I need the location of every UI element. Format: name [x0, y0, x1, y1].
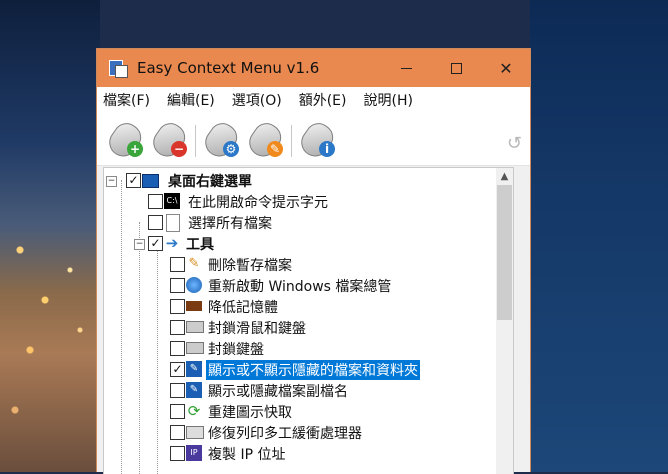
- tree-item-label: 複製 IP 位址: [208, 447, 286, 463]
- tree-item[interactable]: ⟳ 重建圖示快取: [104, 401, 510, 422]
- clean-badge: ✎: [267, 141, 283, 157]
- settings-badge: ⚙: [223, 141, 239, 157]
- maximize-icon: [450, 62, 462, 74]
- settings-button[interactable]: ⚙: [199, 118, 243, 162]
- tree-item[interactable]: 選擇所有檔案: [104, 212, 510, 233]
- app-icon: [107, 57, 129, 79]
- edit-icon: ✎: [186, 361, 202, 377]
- checkbox[interactable]: [170, 341, 185, 356]
- keyboard-block-icon: [186, 342, 204, 354]
- checkbox[interactable]: ✓: [126, 173, 141, 188]
- add-badge: +: [127, 141, 143, 157]
- arrow-icon: ➔: [165, 234, 179, 252]
- checkbox[interactable]: [170, 383, 185, 398]
- minimize-icon: [400, 67, 412, 69]
- tree-item[interactable]: ✎ 刪除暫存檔案: [104, 254, 510, 275]
- toolbar: + − ⚙ ✎ i ↺: [97, 113, 530, 166]
- tree-item-label: 選擇所有檔案: [188, 216, 272, 232]
- context-menu-tree: − ✓ 桌面右鍵選單 C:\ 在此開啟命令提示字元 選擇所有檔案 − ✓ ➔ 工…: [103, 167, 514, 474]
- tree-root-label: 桌面右鍵選單: [168, 174, 252, 190]
- tree-item-label: 顯示或不顯示隱藏的檔案和資料夾: [206, 360, 420, 380]
- edit-icon: ✎: [186, 382, 202, 398]
- tree-item-label: 刪除暫存檔案: [208, 258, 292, 274]
- menu-options[interactable]: 選項(O): [232, 90, 282, 110]
- remove-button[interactable]: −: [147, 118, 191, 162]
- tree-item[interactable]: 修復列印多工緩衝處理器: [104, 422, 510, 443]
- file-icon: [166, 214, 180, 232]
- tree-item-label: 修復列印多工緩衝處理器: [208, 426, 362, 442]
- checkbox[interactable]: [148, 215, 163, 230]
- broom-icon: ✎: [188, 256, 200, 271]
- checkbox[interactable]: [170, 425, 185, 440]
- checkbox[interactable]: [170, 404, 185, 419]
- tree-item[interactable]: IP 複製 IP 位址: [104, 443, 510, 464]
- info-button[interactable]: i: [295, 118, 339, 162]
- tree-item[interactable]: 降低記憶體: [104, 296, 510, 317]
- desktop-wallpaper-left: [0, 0, 100, 472]
- window-title: Easy Context Menu v1.6: [137, 59, 320, 77]
- tree-item[interactable]: 重新啟動 Windows 檔案總管: [104, 275, 510, 296]
- desktop-wallpaper-right: [530, 0, 668, 472]
- toolbar-separator: [195, 125, 196, 157]
- info-badge: i: [319, 141, 335, 157]
- add-button[interactable]: +: [103, 118, 147, 162]
- desktop-icon: [142, 174, 159, 188]
- tree-item-label: 重新啟動 Windows 檔案總管: [208, 279, 392, 295]
- undo-icon[interactable]: ↺: [507, 133, 522, 154]
- menu-edit[interactable]: 編輯(E): [167, 90, 215, 110]
- vertical-scrollbar[interactable]: ▲: [496, 168, 513, 474]
- collapse-icon[interactable]: −: [134, 239, 145, 250]
- scroll-thumb[interactable]: [497, 185, 512, 320]
- tree-item-label: 顯示或隱藏檔案副檔名: [208, 384, 348, 400]
- cmd-icon: C:\: [164, 193, 180, 209]
- checkbox[interactable]: [148, 194, 163, 209]
- scroll-up-icon[interactable]: ▲: [496, 168, 513, 185]
- tree-item[interactable]: ✎ 顯示或隱藏檔案副檔名: [104, 380, 510, 401]
- collapse-icon[interactable]: −: [106, 176, 117, 187]
- tree-item-label: 降低記憶體: [208, 300, 278, 316]
- printer-icon: [186, 426, 204, 439]
- checkbox[interactable]: [170, 299, 185, 314]
- explorer-icon: [186, 277, 202, 293]
- toolbar-separator: [291, 125, 292, 157]
- tree-item-label: 重建圖示快取: [208, 405, 292, 421]
- menu-extras[interactable]: 額外(E): [299, 90, 347, 110]
- close-icon: ✕: [499, 58, 513, 78]
- checkbox[interactable]: [170, 257, 185, 272]
- tree-item-label: 在此開啟命令提示字元: [188, 195, 328, 211]
- checkbox[interactable]: ✓: [170, 362, 185, 377]
- checkbox[interactable]: [170, 278, 185, 293]
- close-button[interactable]: ✕: [481, 49, 531, 87]
- minimize-button[interactable]: [381, 49, 431, 87]
- memory-icon: [186, 301, 202, 311]
- tree-item[interactable]: 封鎖鍵盤: [104, 338, 510, 359]
- title-bar[interactable]: Easy Context Menu v1.6 ✕: [97, 49, 530, 87]
- refresh-icon: ⟳: [187, 402, 201, 420]
- app-window: Easy Context Menu v1.6 ✕ 檔案(F) 編輯(E) 選項(…: [96, 48, 531, 474]
- tree-item-label: 封鎖鍵盤: [208, 342, 264, 358]
- checkbox[interactable]: [170, 446, 185, 461]
- ip-icon: IP: [186, 445, 202, 461]
- checkbox[interactable]: [170, 320, 185, 335]
- tree-group-label: 工具: [186, 237, 214, 253]
- maximize-button[interactable]: [431, 49, 481, 87]
- menu-bar: 檔案(F) 編輯(E) 選項(O) 額外(E) 說明(H): [97, 87, 530, 113]
- tree-item[interactable]: C:\ 在此開啟命令提示字元: [104, 191, 510, 212]
- menu-help[interactable]: 說明(H): [364, 90, 413, 110]
- tree-root[interactable]: − ✓ 桌面右鍵選單: [104, 170, 510, 191]
- remove-badge: −: [171, 141, 187, 157]
- menu-file[interactable]: 檔案(F): [103, 90, 150, 110]
- clean-button[interactable]: ✎: [243, 118, 287, 162]
- tree-item-selected[interactable]: ✓ ✎ 顯示或不顯示隱藏的檔案和資料夾: [104, 359, 510, 380]
- tree-item-label: 封鎖滑鼠和鍵盤: [208, 321, 306, 337]
- checkbox[interactable]: ✓: [148, 236, 163, 251]
- tree-item[interactable]: 封鎖滑鼠和鍵盤: [104, 317, 510, 338]
- keyboard-mouse-block-icon: [186, 321, 204, 333]
- tree-group[interactable]: − ✓ ➔ 工具: [104, 233, 510, 254]
